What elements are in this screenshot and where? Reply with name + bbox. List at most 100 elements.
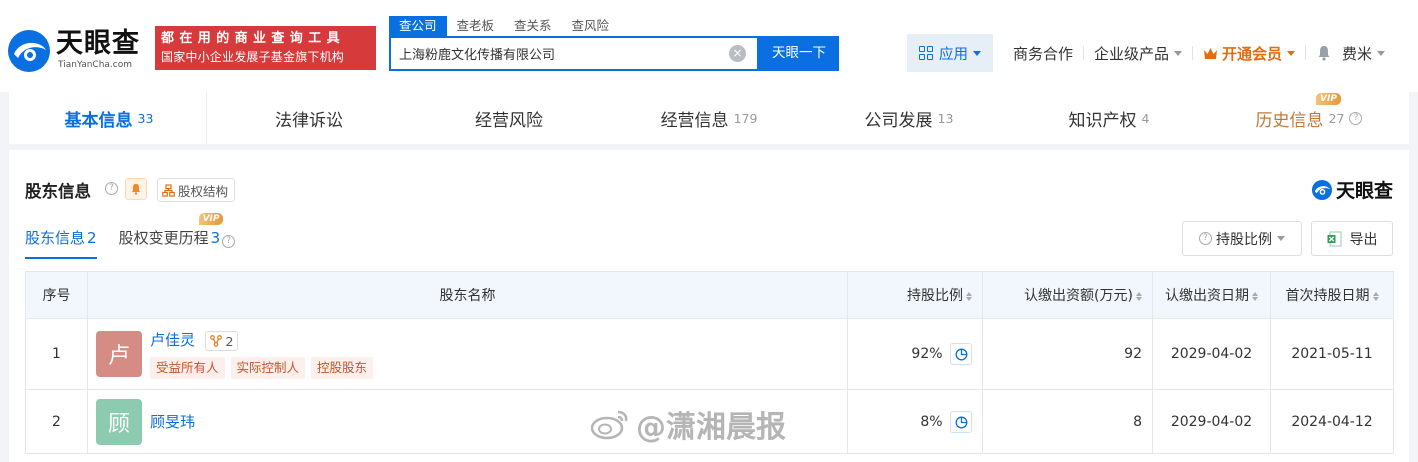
help-icon[interactable]: ?: [1349, 111, 1363, 125]
subtab-label: 股权变更历程: [118, 229, 209, 247]
col-name-header: 股东名称: [87, 271, 848, 319]
bell-icon[interactable]: [1316, 45, 1332, 61]
col-amount-header[interactable]: 认缴出资额(万元): [982, 271, 1153, 319]
search-type-tabs: 查公司 查老板 查关系 查风险: [389, 16, 619, 36]
equity-structure-label: 股权结构: [178, 183, 229, 199]
tab-risk[interactable]: 经营风险: [409, 92, 609, 144]
relation-graph-icon: [210, 335, 223, 347]
bell-icon: [131, 183, 141, 195]
help-icon[interactable]: ?: [105, 182, 118, 195]
excel-icon: [1327, 231, 1341, 246]
row-subscribe-date: 2029-04-02: [1152, 389, 1271, 454]
col-subscribe-date-label: 认缴出资日期: [1165, 288, 1249, 304]
nav-business[interactable]: 商务合作: [1003, 43, 1083, 64]
hold-ratio-label: 持股比例: [1216, 231, 1272, 248]
logo-eye-icon: [8, 30, 50, 72]
subscribe-bell-button[interactable]: [125, 178, 147, 200]
logo-eye-icon: [1311, 179, 1333, 200]
tab-label: 经营信息: [660, 110, 729, 131]
tab-label: 公司发展: [864, 110, 933, 131]
main-tabs: 基本信息 33 法律诉讼 经营风险 经营信息 179 公司发展 13 知识产权 …: [9, 92, 1409, 144]
col-first-date-header[interactable]: 首次持股日期: [1270, 271, 1394, 319]
sort-icon: [1372, 291, 1379, 301]
help-icon: ?: [1199, 232, 1212, 245]
apps-grid-icon: [919, 46, 933, 60]
pie-chart-icon: [955, 416, 968, 428]
tab-operations[interactable]: 经营信息 179: [609, 92, 809, 144]
top-header: 天眼查 TianYanCha.com 都在用的商业查询工具 国家中小企业发展子基…: [0, 0, 1418, 92]
logo[interactable]: 天眼查 TianYanCha.com: [6, 28, 146, 74]
export-label: 导出: [1349, 231, 1378, 248]
tab-count: 33: [137, 110, 154, 126]
weibo-icon: [590, 410, 628, 440]
top-nav: 应用 商务合作 企业级产品 开通会员 费米: [907, 34, 1395, 72]
nav-enterprise-label: 企业级产品: [1094, 44, 1170, 63]
search-tab-boss[interactable]: 查老板: [447, 16, 505, 36]
structure-icon: [162, 183, 175, 197]
apps-menu-button[interactable]: 应用: [907, 34, 993, 72]
nav-divider: [1305, 46, 1307, 60]
chevron-down-icon: [1287, 50, 1296, 56]
export-button[interactable]: 导出: [1311, 221, 1393, 256]
search-box: ×: [389, 36, 759, 71]
nav-enterprise[interactable]: 企业级产品: [1084, 43, 1192, 64]
tab-divider: [206, 92, 207, 144]
holder-name-link[interactable]: 卢佳灵: [150, 331, 195, 349]
relation-count: 2: [225, 333, 234, 349]
col-ratio-header[interactable]: 持股比例: [847, 271, 983, 319]
nav-vip[interactable]: 开通会员: [1193, 43, 1305, 64]
tab-history[interactable]: VIP 历史信息 27 ?: [1209, 92, 1409, 144]
slogan-line1: 都在用的商业查询工具: [161, 31, 346, 46]
chevron-down-icon: [1174, 50, 1183, 56]
search-tab-risk[interactable]: 查风险: [562, 16, 620, 36]
relation-graph-button[interactable]: 2: [205, 331, 239, 351]
subtab-count: 3: [210, 229, 221, 247]
logo-subtitle: TianYanCha.com: [58, 60, 133, 70]
apps-label: 应用: [939, 46, 968, 63]
col-index-header: 序号: [25, 271, 88, 319]
watermark-text: @潇湘晨报: [636, 410, 786, 445]
section-title: 股东信息: [25, 182, 91, 201]
search-tab-relation[interactable]: 查关系: [504, 16, 562, 36]
avatar[interactable]: 顾: [96, 398, 142, 445]
search-button[interactable]: 天眼一下: [759, 36, 839, 71]
holder: 卢 卢佳灵 2 受益所有人 实际控制人 控股股东: [88, 329, 847, 379]
tab-development[interactable]: 公司发展 13: [809, 92, 1009, 144]
subtab-equity-changes[interactable]: VIP 股权变更历程 3?: [118, 213, 236, 259]
hold-ratio-filter-button[interactable]: ? 持股比例: [1182, 221, 1302, 256]
avatar[interactable]: 卢: [96, 331, 142, 377]
nav-vip-label: 开通会员: [1222, 44, 1283, 63]
tag-actual-controller: 实际控制人: [230, 357, 306, 379]
search-tab-company[interactable]: 查公司: [389, 16, 447, 36]
col-subscribe-date-header[interactable]: 认缴出资日期: [1152, 271, 1271, 319]
subtab-count: 2: [87, 229, 97, 247]
crown-icon: [1204, 47, 1218, 59]
tab-basic-info[interactable]: 基本信息 33: [9, 92, 209, 144]
sort-icon: [1252, 291, 1258, 301]
tab-label: 历史信息: [1255, 110, 1324, 131]
watermark: @潇湘晨报: [590, 402, 786, 446]
holder-name-link[interactable]: 顾旻玮: [150, 411, 195, 432]
vip-badge: VIP: [1316, 93, 1341, 105]
tag-beneficial-owner: 受益所有人: [150, 357, 225, 379]
row-holder-cell: 卢 卢佳灵 2 受益所有人 实际控制人 控股股东: [87, 318, 848, 390]
subtab-shareholders[interactable]: 股东信息 2: [25, 227, 97, 259]
tab-ip[interactable]: 知识产权 4: [1009, 92, 1209, 144]
tab-legal[interactable]: 法律诉讼: [209, 92, 409, 144]
subtab-label: 股东信息: [25, 229, 86, 247]
col-first-date-label: 首次持股日期: [1285, 288, 1370, 304]
clear-icon[interactable]: ×: [729, 45, 746, 62]
chevron-down-icon: [1377, 50, 1386, 56]
holder-tags: 受益所有人 实际控制人 控股股东: [150, 357, 379, 379]
vip-badge: VIP: [198, 213, 224, 225]
search-input[interactable]: [399, 38, 719, 69]
logo-title: 天眼查: [56, 28, 140, 59]
help-icon[interactable]: ?: [222, 235, 236, 248]
ratio-chart-button[interactable]: [950, 410, 972, 433]
user-menu[interactable]: 费米: [1342, 43, 1395, 64]
tag-controlling-shareholder: 控股股东: [311, 357, 374, 379]
ratio-chart-button[interactable]: [950, 343, 972, 365]
chevron-down-icon: [1277, 236, 1285, 241]
equity-structure-button[interactable]: 股权结构: [157, 178, 236, 202]
sort-icon: [1136, 291, 1142, 301]
